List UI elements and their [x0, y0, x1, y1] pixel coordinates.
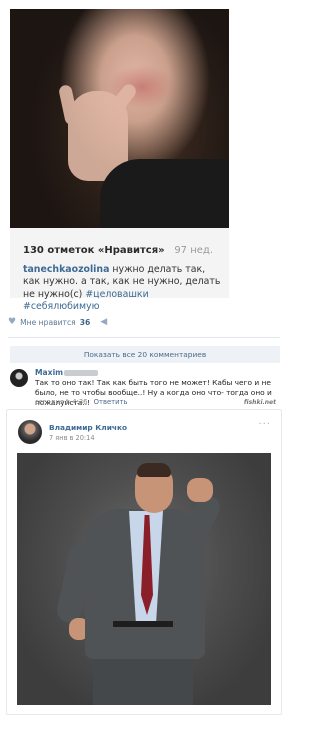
heart-icon[interactable]: ♥ [8, 317, 16, 327]
megaphone-icon[interactable]: ◀ [100, 317, 107, 327]
like-bar: ♥ Мне нравится 36 ◀ [8, 314, 107, 330]
like-label[interactable]: Мне нравится [20, 318, 76, 327]
comment-time[interactable]: сегодня в 4:36 [35, 398, 87, 406]
comment-meta: сегодня в 4:36 Ответить [35, 398, 128, 406]
photo-fist-shape [187, 478, 213, 502]
redacted-name-bar [64, 370, 98, 376]
comment-author[interactable]: Maxim [35, 368, 63, 377]
hashtag[interactable]: #себялюбимую [23, 301, 99, 312]
photo-legs-shape [93, 653, 193, 705]
photo-jacket-shape [100, 159, 229, 228]
like-count[interactable]: 36 [80, 318, 91, 327]
hashtag[interactable]: #целовашки [85, 289, 148, 300]
photo-head-shape [135, 463, 173, 513]
instagram-card: 130 отметок «Нравится» 97 нед. tanechkao… [10, 9, 229, 312]
instagram-username[interactable]: tanechkaozolina [23, 264, 109, 275]
comment: Maxim Так то оно так! Так как быть того … [10, 367, 280, 407]
post-author[interactable]: Владимир Кличко [49, 423, 127, 432]
post-card: Владимир Кличко 7 янв в 20:14 ··· [6, 409, 282, 715]
photo-belt-shape [113, 621, 173, 627]
avatar[interactable] [18, 420, 42, 444]
watermark: fishki.net [243, 399, 276, 406]
divider [8, 337, 280, 338]
instagram-likes: 130 отметок «Нравится» [23, 245, 165, 256]
instagram-photo[interactable] [10, 9, 229, 228]
post-date[interactable]: 7 янв в 20:14 [49, 434, 95, 442]
instagram-age: 97 нед. [174, 245, 213, 256]
instagram-caption: tanechkaozolina нужно делать так, как ну… [23, 264, 223, 314]
avatar[interactable] [10, 369, 28, 387]
ellipsis-icon[interactable]: ··· [258, 419, 271, 430]
show-all-comments-button[interactable]: Показать все 20 комментариев [10, 346, 280, 363]
post-photo[interactable] [17, 453, 271, 705]
reply-link[interactable]: Ответить [94, 398, 128, 406]
